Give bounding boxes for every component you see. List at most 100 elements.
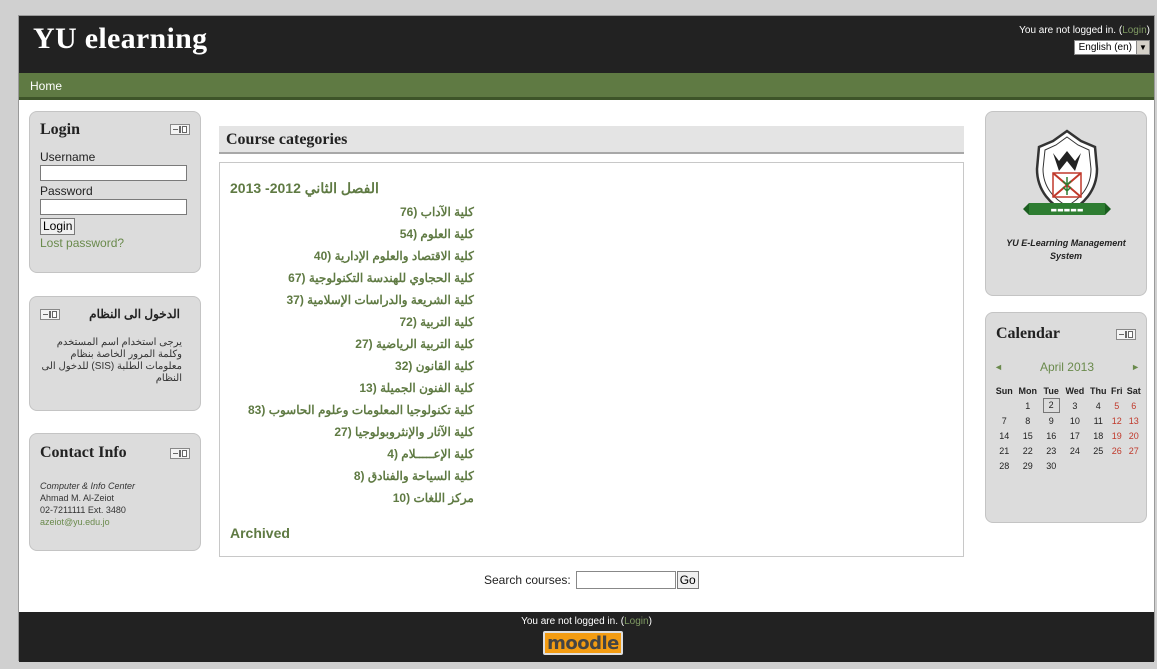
moodle-logo[interactable]: moodle <box>543 631 623 655</box>
dock-toggle-icon[interactable] <box>1116 329 1136 340</box>
dock-toggle-icon[interactable] <box>40 309 60 320</box>
calendar-day[interactable]: 23 <box>1040 443 1062 458</box>
subcategory-link[interactable]: كلية الحجاوي للهندسة التكنولوجية (67 <box>248 271 474 293</box>
contact-person: Ahmad M. Al-Zeiot <box>40 493 115 503</box>
calendar-grid: Sun Mon Tue Wed Thu Fri Sat 1 2 3 4 5 6 … <box>993 383 1143 473</box>
arabic-login-block: الدخول الى النظام يرجى استخدام اسم المست… <box>29 296 201 411</box>
logo-caption: YU E-Learning Management System <box>986 237 1146 263</box>
chevron-down-icon[interactable]: ▼ <box>1136 41 1149 54</box>
calendar-day[interactable]: 5 <box>1109 398 1124 413</box>
subcategory-link[interactable]: كلية الشريعة والدراسات الإسلامية (37 <box>248 293 473 315</box>
search-go-button[interactable]: Go <box>676 571 699 589</box>
subcategory-link[interactable]: كلية العلوم (54 <box>248 227 474 249</box>
subcategory-link[interactable]: كلية الآثار والإنثروبولوجيا (27 <box>248 425 474 447</box>
calendar-day[interactable]: 24 <box>1062 443 1087 458</box>
contact-department: Computer & Info Center <box>40 481 136 491</box>
calendar-day[interactable]: 8 <box>1015 413 1039 428</box>
archived-category-link[interactable]: Archived <box>230 525 290 541</box>
calendar-day[interactable]: 4 <box>1087 398 1109 413</box>
calendar-month[interactable]: April 2013 <box>1040 360 1094 374</box>
contact-email-link[interactable]: azeiot@yu.edu.jo <box>40 516 135 528</box>
calendar-day[interactable]: 21 <box>993 443 1015 458</box>
prev-month-icon[interactable]: ◄ <box>994 362 1003 372</box>
subcategory-link[interactable]: مركز اللغات (10 <box>248 491 474 513</box>
next-month-icon[interactable]: ► <box>1131 362 1140 372</box>
login-block-title: Login <box>40 121 81 138</box>
subcategory-link[interactable]: كلية التربية الرياضية (27 <box>248 337 474 359</box>
calendar-title: Calendar <box>996 325 1060 342</box>
login-block: Login Username Password Login Lost passw… <box>29 111 201 273</box>
page: YU elearning You are not logged in. (Log… <box>18 15 1155 662</box>
calendar-day[interactable]: 15 <box>1015 428 1039 443</box>
search-courses-input[interactable] <box>575 571 676 589</box>
language-select[interactable]: English (en) ▼ <box>1073 40 1150 55</box>
calendar-day[interactable]: 20 <box>1124 428 1143 443</box>
calendar-day[interactable]: 6 <box>1124 398 1143 413</box>
subcategory-link[interactable]: كلية السياحة والفنادق (8 <box>248 469 474 491</box>
calendar-week-row: 21 22 23 24 25 26 27 <box>993 443 1143 458</box>
calendar-day[interactable]: 7 <box>993 413 1015 428</box>
subcategory-link[interactable]: كلية الاقتصاد والعلوم الإدارية (40 <box>248 249 474 271</box>
calendar-weekday-row: Sun Mon Tue Wed Thu Fri Sat <box>993 383 1143 398</box>
arabic-block-title: الدخول الى النظام <box>89 307 180 321</box>
header-login-link[interactable]: Login <box>1122 25 1146 36</box>
calendar-day-today[interactable]: 2 <box>1040 398 1062 413</box>
calendar-day <box>1124 458 1143 473</box>
calendar-day[interactable]: 11 <box>1087 413 1109 428</box>
password-input[interactable] <box>40 199 187 215</box>
footer-status-close: ) <box>648 616 652 627</box>
calendar-day[interactable]: 28 <box>993 458 1015 473</box>
calendar-day[interactable]: 22 <box>1015 443 1039 458</box>
site-title[interactable]: YU elearning <box>33 22 207 56</box>
footer-login-info: You are not logged in. (Login) <box>19 616 1154 627</box>
weekday-tue: Tue <box>1043 385 1059 396</box>
footer-login-link[interactable]: Login <box>624 616 648 627</box>
calendar-day[interactable]: 9 <box>1040 413 1062 428</box>
subcategory-list: كلية الآداب (76 كلية العلوم (54 كلية الا… <box>248 205 474 513</box>
calendar-day[interactable]: 18 <box>1087 428 1109 443</box>
search-label: Search courses: <box>484 573 571 587</box>
weekday-sun: Sun <box>995 385 1013 396</box>
calendar-day <box>1087 458 1109 473</box>
footer-status-text: You are not logged in. ( <box>521 616 625 627</box>
university-logo-block: ▬▬▬▬▬ YU E-Learning Management System <box>985 111 1147 296</box>
calendar-week-row: 7 8 9 10 11 12 13 <box>993 413 1143 428</box>
calendar-day[interactable]: 14 <box>993 428 1015 443</box>
calendar-day[interactable]: 16 <box>1040 428 1062 443</box>
calendar-day[interactable]: 13 <box>1124 413 1143 428</box>
calendar-day <box>1109 458 1124 473</box>
subcategory-link[interactable]: كلية الآداب (76 <box>248 205 474 227</box>
lost-password-link[interactable]: Lost password? <box>40 236 124 250</box>
header-login-info: You are not logged in. (Login) <box>1019 25 1150 36</box>
calendar-day[interactable]: 10 <box>1062 413 1087 428</box>
username-input[interactable] <box>40 165 187 181</box>
subcategory-link[interactable]: كلية القانون (32 <box>248 359 474 381</box>
dock-toggle-icon[interactable] <box>170 448 190 459</box>
calendar-day[interactable]: 1 <box>1015 398 1039 413</box>
contact-block: Contact Info Computer & Info Center Ahma… <box>29 433 201 551</box>
calendar-day <box>993 398 1015 413</box>
login-status-text: You are not logged in. ( <box>1019 25 1123 36</box>
calendar-day[interactable]: 27 <box>1124 443 1143 458</box>
subcategory-link[interactable]: كلية تكنولوجيا المعلومات وعلوم الحاسوب (… <box>248 403 474 425</box>
moodle-logo-text: moodle <box>547 632 619 654</box>
calendar-day[interactable]: 17 <box>1062 428 1087 443</box>
weekday-sat: Sat <box>1126 385 1141 396</box>
calendar-day[interactable]: 3 <box>1062 398 1087 413</box>
calendar-day[interactable]: 29 <box>1015 458 1039 473</box>
calendar-day[interactable]: 19 <box>1109 428 1124 443</box>
calendar-week-row: 14 15 16 17 18 19 20 <box>993 428 1143 443</box>
dock-toggle-icon[interactable] <box>170 124 190 135</box>
calendar-day[interactable]: 25 <box>1087 443 1109 458</box>
contact-block-title: Contact Info <box>40 444 127 461</box>
login-button[interactable]: Login <box>40 218 76 235</box>
calendar-day[interactable]: 12 <box>1109 413 1124 428</box>
site-footer: You are not logged in. (Login) moodle <box>19 612 1154 662</box>
subcategory-link[interactable]: كلية التربية (72 <box>248 315 473 337</box>
calendar-day[interactable]: 26 <box>1109 443 1124 458</box>
subcategory-link[interactable]: كلية الفنون الجميلة (13 <box>248 381 474 403</box>
main-category-link[interactable]: الفصل الثاني 2012- 2013 <box>230 180 379 197</box>
subcategory-link[interactable]: كلية الإعـــــلام (4 <box>248 447 474 469</box>
breadcrumb-home[interactable]: Home <box>30 79 62 93</box>
calendar-day[interactable]: 30 <box>1040 458 1062 473</box>
